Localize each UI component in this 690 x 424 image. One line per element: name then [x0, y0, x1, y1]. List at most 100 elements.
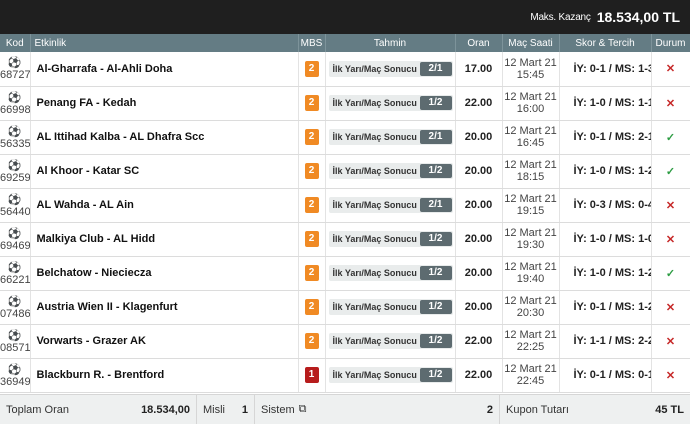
match-time: 15:45 — [516, 68, 545, 81]
prediction-box: İlk Yarı/Maç Sonucu 1/2 — [328, 95, 453, 111]
market-name: İlk Yarı/Maç Sonucu — [332, 336, 417, 346]
system-value: 2 — [486, 403, 493, 416]
event-name[interactable]: AL Ittihad Kalba - AL Dhafra Scc — [30, 120, 299, 155]
check-icon: ✓ — [665, 267, 676, 280]
match-code-cell: ⚽ 66998 — [0, 86, 31, 121]
prediction-cell: İlk Yarı/Maç Sonucu 1/2 — [325, 358, 456, 393]
check-icon: ✓ — [665, 131, 676, 144]
max-win-value: 18.534,00 TL — [596, 9, 680, 25]
coupon-footer: Toplam Oran 18.534,00 Misli 1 Sistem ⧉ 2… — [0, 394, 690, 424]
match-time-cell: 12 Mart 21 20:30 — [502, 290, 560, 325]
pick-badge: 1/2 — [419, 300, 452, 314]
pick-badge: 2/1 — [419, 61, 452, 76]
score-value: İY: 1-0 / MS: 1-2 — [559, 256, 652, 291]
table-row: ⚽ 36949 Blackburn R. - Brentford 1 İlk Yarı/… — [0, 358, 690, 393]
match-code: 08571 — [0, 341, 30, 354]
prediction-box: İlk Yarı/Maç Sonucu 2/1 — [328, 60, 453, 77]
prediction-cell: İlk Yarı/Maç Sonucu 1/2 — [325, 256, 456, 291]
mbs-cell: 2 — [298, 256, 326, 291]
match-date: 12 Mart 21 — [504, 295, 557, 307]
event-name[interactable]: Blackburn R. - Brentford — [30, 358, 299, 393]
col-mac-saati: Maç Saati — [502, 34, 560, 52]
match-date: 12 Mart 21 — [504, 363, 557, 375]
match-code: 56440 — [0, 205, 30, 218]
soccer-ball-icon: ⚽ — [7, 261, 22, 274]
match-code: 07486 — [0, 307, 30, 320]
odds-value: 22.00 — [455, 358, 503, 393]
prediction-cell: İlk Yarı/Maç Sonucu 2/1 — [325, 52, 456, 87]
table-row: ⚽ 69469 Malkiya Club - AL Hidd 2 İlk Yarı/Ma… — [0, 222, 690, 257]
col-mbs: MBS — [298, 34, 326, 52]
mbs-cell: 2 — [298, 188, 326, 223]
pick-badge: 2/1 — [419, 130, 452, 144]
status-cell: ✕ — [651, 222, 690, 257]
odds-value: 17.00 — [455, 52, 503, 87]
misli-value: 1 — [241, 403, 248, 416]
x-icon: ✕ — [665, 63, 676, 76]
event-name[interactable]: Vorwarts - Grazer AK — [30, 324, 299, 359]
prediction-box: İlk Yarı/Maç Sonucu 2/1 — [328, 129, 453, 145]
match-time: 16:00 — [516, 103, 545, 115]
match-code-cell: ⚽ 36949 — [0, 358, 31, 393]
status-cell: ✓ — [651, 154, 690, 189]
coupon-table: Kod Etkinlik MBS Tahmin Oran Maç Saati S… — [0, 34, 690, 393]
pick-badge: 1/2 — [419, 96, 452, 110]
mbs-badge: 2 — [304, 129, 319, 145]
pick-badge: 1/2 — [419, 368, 452, 382]
match-code-cell: ⚽ 69259 — [0, 154, 31, 189]
score-value: İY: 0-1 / MS: 2-1 — [559, 120, 652, 155]
mbs-cell: 2 — [298, 222, 326, 257]
prediction-box: İlk Yarı/Maç Sonucu 1/2 — [328, 163, 453, 179]
soccer-ball-icon: ⚽ — [7, 57, 22, 70]
market-name: İlk Yarı/Maç Sonucu — [332, 200, 417, 210]
match-date: 12 Mart 21 — [504, 261, 557, 273]
market-name: İlk Yarı/Maç Sonucu — [332, 268, 417, 278]
match-time-cell: 12 Mart 21 16:45 — [502, 120, 560, 155]
match-code: 69469 — [0, 239, 30, 252]
match-time: 20:30 — [516, 307, 545, 319]
match-date: 12 Mart 21 — [504, 329, 557, 341]
status-cell: ✓ — [651, 256, 690, 291]
pick-badge: 1/2 — [419, 232, 452, 246]
event-name[interactable]: AL Wahda - AL Ain — [30, 188, 299, 223]
event-name[interactable]: Austria Wien II - Klagenfurt — [30, 290, 299, 325]
status-cell: ✕ — [651, 52, 690, 87]
status-cell: ✕ — [651, 290, 690, 325]
pick-badge: 1/2 — [419, 266, 452, 280]
match-code: 68727 — [0, 69, 30, 82]
score-value: İY: 1-0 / MS: 1-1 — [559, 86, 652, 121]
event-name[interactable]: Belchatow - Nieciecza — [30, 256, 299, 291]
soccer-ball-icon: ⚽ — [7, 363, 22, 376]
score-value: İY: 0-1 / MS: 1-3 — [559, 52, 652, 87]
x-icon: ✕ — [665, 199, 676, 212]
system-label: Sistem — [261, 403, 295, 416]
odds-value: 20.00 — [455, 188, 503, 223]
match-date: 12 Mart 21 — [504, 193, 557, 205]
score-value: İY: 1-1 / MS: 2-2 — [559, 324, 652, 359]
odds-value: 20.00 — [455, 290, 503, 325]
match-code: 66221 — [0, 273, 30, 286]
coupon-topbar: Maks. Kazanç 18.534,00 TL — [0, 0, 690, 34]
prediction-cell: İlk Yarı/Maç Sonucu 1/2 — [325, 290, 456, 325]
mbs-badge: 2 — [304, 60, 319, 77]
table-row: ⚽ 66221 Belchatow - Nieciecza 2 İlk Yarı/Maç… — [0, 256, 690, 291]
match-time-cell: 12 Mart 21 19:30 — [502, 222, 560, 257]
odds-value: 22.00 — [455, 324, 503, 359]
prediction-box: İlk Yarı/Maç Sonucu 2/1 — [328, 197, 453, 213]
event-name[interactable]: Al Khoor - Katar SC — [30, 154, 299, 189]
event-name[interactable]: Al-Gharrafa - Al-Ahli Doha — [30, 52, 299, 87]
copy-icon[interactable]: ⧉ — [299, 403, 307, 416]
match-time: 16:45 — [516, 137, 545, 149]
check-icon: ✓ — [665, 165, 676, 178]
column-header-row: Kod Etkinlik MBS Tahmin Oran Maç Saati S… — [0, 34, 690, 52]
prediction-cell: İlk Yarı/Maç Sonucu 2/1 — [325, 120, 456, 155]
event-name[interactable]: Penang FA - Kedah — [30, 86, 299, 121]
max-win-label: Maks. Kazanç — [530, 11, 591, 23]
odds-value: 22.00 — [455, 86, 503, 121]
match-date: 12 Mart 21 — [504, 159, 557, 171]
misli-label: Misli — [203, 403, 225, 416]
event-name[interactable]: Malkiya Club - AL Hidd — [30, 222, 299, 257]
match-time-cell: 12 Mart 21 18:15 — [502, 154, 560, 189]
mbs-cell: 2 — [298, 290, 326, 325]
prediction-box: İlk Yarı/Maç Sonucu 1/2 — [328, 367, 453, 383]
